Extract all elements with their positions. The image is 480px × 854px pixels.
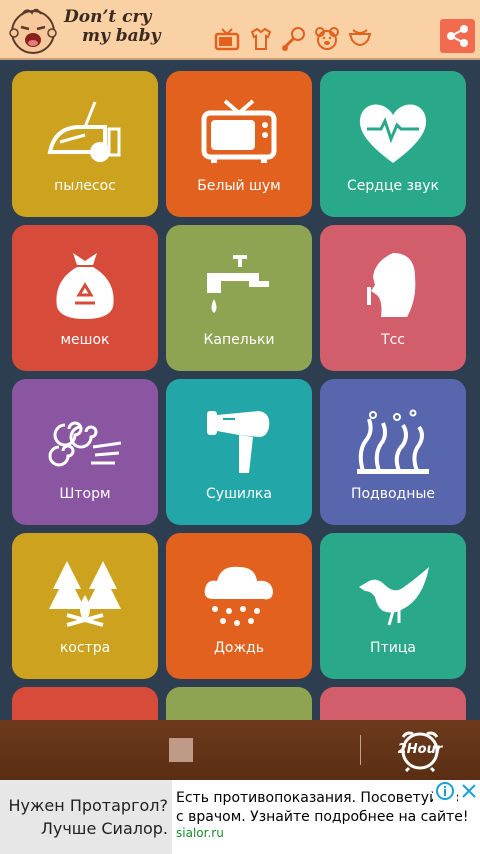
app-title: Don’t cry my baby <box>64 8 160 46</box>
seaweed-icon <box>357 409 429 474</box>
share-button[interactable] <box>440 19 475 53</box>
rattle-icon[interactable] <box>281 26 307 52</box>
crying-baby-logo <box>9 8 57 54</box>
info-icon <box>436 782 454 800</box>
vacuum-cleaner-icon <box>47 101 121 162</box>
tile-label: Капельки <box>203 332 275 348</box>
tile-partial-2[interactable] <box>166 687 312 720</box>
rain-cloud-icon <box>204 566 273 626</box>
tile-vacuum[interactable]: пылесос <box>12 71 158 217</box>
tile-bag[interactable]: мешок <box>12 225 158 371</box>
share-icon <box>447 25 468 47</box>
ad-headline-line1: Нужен Протаргол? <box>8 796 168 815</box>
tv-icon[interactable] <box>214 26 240 52</box>
stop-icon[interactable] <box>169 738 193 762</box>
diaper-icon[interactable] <box>347 26 373 52</box>
app-header: Don’t cry my baby <box>0 0 480 60</box>
ad-info-button[interactable] <box>433 780 457 802</box>
ad-domain[interactable]: sialor.ru <box>176 826 224 840</box>
ad-banner[interactable]: Нужен Протаргол? Лучше Сиалор. Есть прот… <box>0 780 480 854</box>
campfire-icon <box>49 561 121 627</box>
ad-close-button[interactable] <box>458 780 480 802</box>
tile-dryer[interactable]: Сушилка <box>166 379 312 525</box>
tile-campfire[interactable]: костра <box>12 533 158 679</box>
tile-label: Сердце звук <box>347 178 439 194</box>
tile-label: пылесос <box>54 178 116 194</box>
tile-label: Сушилка <box>206 486 272 502</box>
ad-headline-line2: Лучше Сиалор. <box>40 819 168 838</box>
hair-dryer-icon <box>207 411 270 473</box>
tile-heartbeat[interactable]: Сердце звук <box>320 71 466 217</box>
timer-label: 2Hour <box>397 742 443 757</box>
tile-label: Шторм <box>59 486 111 502</box>
tile-storm[interactable]: Шторм <box>12 379 158 525</box>
bird-icon <box>359 567 429 626</box>
tile-underwater[interactable]: Подводные <box>320 379 466 525</box>
tile-label: Белый шум <box>197 178 281 194</box>
baby-clothes-icon[interactable] <box>248 26 274 52</box>
shushing-woman-icon <box>367 253 416 317</box>
tile-partial-1[interactable] <box>12 687 158 720</box>
tile-rain[interactable]: Дождь <box>166 533 312 679</box>
divider <box>360 735 361 765</box>
wind-icon <box>48 421 122 467</box>
app-title-line1: Don’t cry <box>64 7 152 27</box>
tile-label: Дождь <box>213 640 265 656</box>
tile-shush[interactable]: Тсс <box>320 225 466 371</box>
playback-bar: 2Hour <box>0 720 480 780</box>
recycle-bag-icon <box>56 253 114 319</box>
tile-label: Птица <box>370 640 416 656</box>
tile-white-noise[interactable]: Белый шум <box>166 71 312 217</box>
tile-drops[interactable]: Капельки <box>166 225 312 371</box>
tv-icon <box>201 99 277 163</box>
ad-headline: Нужен Протаргол? Лучше Сиалор. <box>0 794 168 840</box>
timer-button[interactable]: 2Hour <box>395 728 445 773</box>
ad-body[interactable]: Есть противопоказания. Посоветуйтесь с в… <box>176 789 472 827</box>
tile-partial-3[interactable] <box>320 687 466 720</box>
teddy-bear-icon[interactable] <box>314 26 340 52</box>
app-title-line2: my baby <box>82 26 161 46</box>
sound-grid: пылесос Белый шум Сердце звук мешок Капе… <box>0 60 480 720</box>
tile-label: мешок <box>60 332 110 348</box>
tile-bird[interactable]: Птица <box>320 533 466 679</box>
close-icon <box>462 784 476 798</box>
tile-label: Тсс <box>381 332 405 348</box>
faucet-icon <box>207 255 269 313</box>
ad-image[interactable]: Нужен Протаргол? Лучше Сиалор. <box>0 780 172 854</box>
heartbeat-icon <box>359 104 427 163</box>
tile-label: Подводные <box>350 486 436 502</box>
tile-label: костра <box>59 640 111 656</box>
